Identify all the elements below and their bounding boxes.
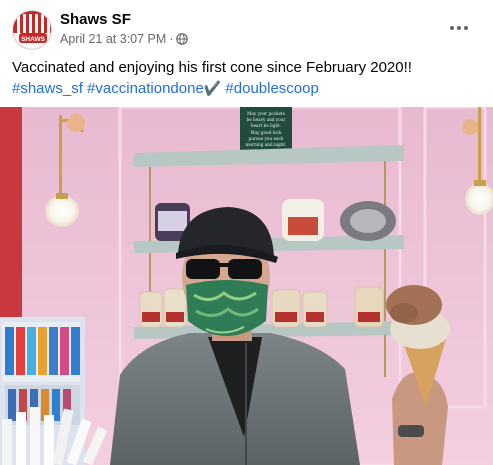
- sign-line: May your pockets: [247, 111, 285, 116]
- sign-line: May good luck: [250, 130, 282, 135]
- avatar-text: SHAWS: [21, 36, 46, 43]
- hashtag-link[interactable]: #shaws_sf: [12, 80, 83, 97]
- hashtag-link[interactable]: #vaccinationdone: [87, 80, 204, 97]
- meta-separator: ·: [169, 32, 174, 46]
- post-header: SHAWS Shaws SF April 21 at 3:07 PM ·: [12, 10, 481, 50]
- more-options-icon[interactable]: [445, 16, 473, 40]
- avatar-logo: SHAWS: [13, 11, 51, 49]
- checkmark-emoji: ✔️: [203, 80, 222, 96]
- post-message: Vaccinated and enjoying his first cone s…: [12, 59, 412, 76]
- page-avatar[interactable]: SHAWS: [12, 10, 52, 50]
- sign-line: be heavy and your: [246, 117, 285, 122]
- post-meta: April 21 at 3:07 PM ·: [60, 32, 189, 46]
- post-text: Vaccinated and enjoying his first cone s…: [12, 58, 482, 99]
- hashtag-line: #shaws_sf #vaccinationdone✔️ #doublescoo…: [12, 78, 482, 99]
- photo-illustration: May your pockets be heavy and your heart…: [0, 107, 493, 465]
- author-name[interactable]: Shaws SF: [60, 11, 131, 28]
- globe-icon: [176, 33, 189, 45]
- hashtag-link[interactable]: #doublescoop: [225, 80, 318, 97]
- wall-sign: May your pockets be heavy and your heart…: [240, 107, 292, 155]
- post-photo[interactable]: May your pockets be heavy and your heart…: [0, 107, 493, 465]
- sign-line: pursue you each: [249, 136, 284, 141]
- sign-line: morning and night.: [246, 142, 287, 147]
- post-timestamp[interactable]: April 21 at 3:07 PM: [60, 32, 166, 46]
- sign-line: heart be light.: [251, 123, 281, 128]
- facebook-post: SHAWS Shaws SF April 21 at 3:07 PM · Vac…: [0, 0, 493, 465]
